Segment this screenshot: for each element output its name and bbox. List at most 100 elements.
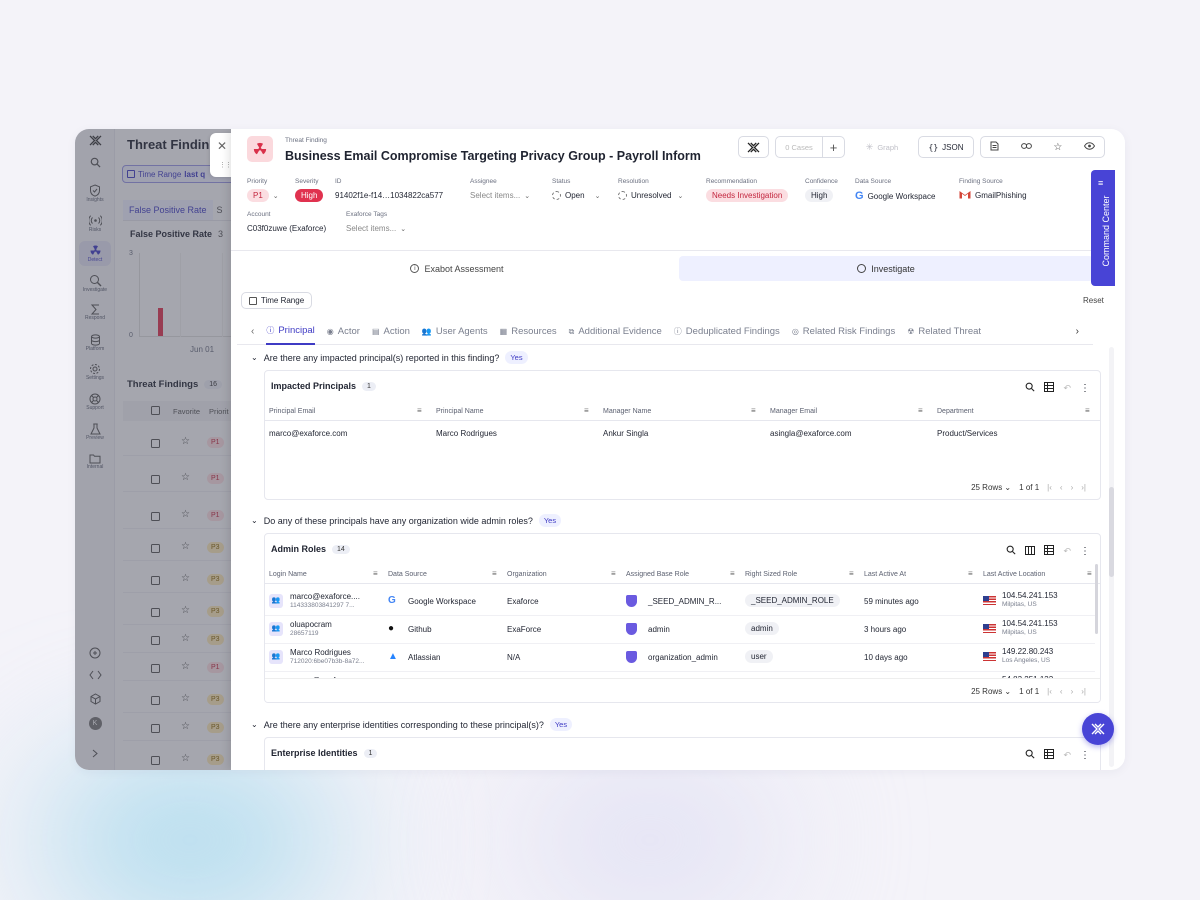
- cases-button[interactable]: 0 Cases: [775, 136, 823, 158]
- tab-related-risk-findings[interactable]: ◎ Related Risk Findings: [792, 319, 895, 345]
- first-page-icon[interactable]: |‹: [1047, 483, 1052, 492]
- more-icon[interactable]: ⋮: [1080, 750, 1090, 761]
- data-source-value: Google Workspace: [867, 191, 936, 201]
- filter-icon[interactable]: ≡: [584, 406, 589, 415]
- exabot-fab[interactable]: [1082, 713, 1114, 745]
- undo-icon[interactable]: ↶: [1063, 750, 1071, 761]
- tab-related-threat[interactable]: ☢ Related Threat: [907, 319, 981, 345]
- column-header[interactable]: Last Active Location: [983, 571, 1045, 578]
- more-icon[interactable]: ⋮: [1080, 546, 1090, 557]
- question-admin-roles[interactable]: ⌄ Do any of these principals have any or…: [251, 514, 562, 527]
- filter-icon[interactable]: ≡: [492, 569, 497, 578]
- column-header[interactable]: Principal Name: [436, 408, 483, 415]
- column-header[interactable]: Last Active At: [864, 571, 906, 578]
- login-name: oluapocram 28657119: [290, 620, 332, 637]
- flag-canton: [983, 596, 989, 601]
- undo-icon[interactable]: ↶: [1063, 383, 1071, 394]
- prev-page-icon[interactable]: ‹: [1060, 483, 1063, 492]
- scrollbar-thumb[interactable]: [1109, 487, 1114, 577]
- modal-overlay[interactable]: [75, 129, 235, 770]
- filter-icon[interactable]: ≡: [417, 406, 422, 415]
- priority-field[interactable]: Priority P1 ⌄: [247, 178, 279, 202]
- question-text: Do any of these principals have any orga…: [263, 515, 533, 526]
- tab-resources[interactable]: ▦ Resources: [500, 319, 557, 345]
- prev-page-icon[interactable]: ‹: [1060, 687, 1063, 696]
- close-icon[interactable]: ✕: [217, 139, 227, 153]
- question-enterprise-identities[interactable]: ⌄ Are there any enterprise identities co…: [251, 718, 573, 731]
- rows-per-page[interactable]: 25 Rows ⌄: [971, 483, 1011, 492]
- tab-exabot-assessment[interactable]: i Exabot Assessment: [237, 256, 677, 281]
- document-icon[interactable]: [990, 141, 999, 153]
- tab-investigate[interactable]: Investigate: [679, 256, 1093, 281]
- last-page-icon[interactable]: ›|: [1081, 483, 1086, 492]
- table-cell: Ankur Singla: [603, 429, 649, 438]
- rows-per-page[interactable]: 25 Rows ⌄: [971, 687, 1011, 696]
- next-page-icon[interactable]: ›: [1071, 483, 1074, 492]
- resolution-field[interactable]: Resolution Unresolved ⌄: [618, 178, 683, 200]
- next-page-icon[interactable]: ›: [1071, 687, 1074, 696]
- export-icon[interactable]: [1044, 379, 1055, 397]
- link-icon[interactable]: [1020, 142, 1032, 152]
- tab-principal[interactable]: ⓘ Principal: [266, 319, 315, 345]
- tab-label: Related Risk Findings: [802, 326, 896, 337]
- tabs-next-icon[interactable]: ›: [1076, 326, 1079, 337]
- tab-actor[interactable]: ◉ Actor: [327, 319, 360, 345]
- filter-icon[interactable]: ≡: [730, 569, 735, 578]
- table-scrollbar[interactable]: [1095, 564, 1098, 634]
- filter-icon[interactable]: ≡: [968, 569, 973, 578]
- tab-deduplicated-findings[interactable]: ⓘ Deduplicated Findings: [674, 319, 780, 345]
- status-field[interactable]: Status Open ⌄: [552, 178, 600, 200]
- assignee-field[interactable]: Assignee Select items... ⌄: [470, 178, 530, 200]
- filter-icon[interactable]: ≡: [1085, 406, 1090, 415]
- columns-icon[interactable]: [1025, 542, 1036, 560]
- tabs-prev-icon[interactable]: ‹: [251, 326, 254, 337]
- command-center-tab[interactable]: ≡ Command Center: [1091, 170, 1115, 286]
- first-page-icon[interactable]: |‹: [1047, 687, 1052, 696]
- star-icon[interactable]: ☆: [1053, 142, 1062, 153]
- table-row[interactable]: 👥 oluapocram 28657119 ● Github ExaForce admin a…: [265, 616, 1095, 644]
- column-header[interactable]: Right Sized Role: [745, 571, 797, 578]
- time-range-button[interactable]: Time Range: [241, 292, 312, 309]
- column-header[interactable]: Login Name: [269, 571, 307, 578]
- tab-additional-evidence[interactable]: ⧉ Additional Evidence: [569, 319, 662, 345]
- braces-icon: {}: [928, 142, 939, 152]
- more-icon[interactable]: ⋮: [1080, 383, 1090, 394]
- filter-icon[interactable]: ≡: [751, 406, 756, 415]
- question-impacted-principals[interactable]: ⌄ Are there any impacted principal(s) re…: [251, 351, 528, 364]
- search-icon[interactable]: [1025, 379, 1036, 397]
- table-row[interactable]: 👥 marco@exaforce.... 114333803841297 7... G…: [265, 588, 1095, 616]
- column-header[interactable]: Data Source: [388, 571, 427, 578]
- add-case-button[interactable]: +: [822, 136, 845, 158]
- search-icon[interactable]: [1006, 542, 1017, 560]
- filter-icon[interactable]: ≡: [849, 569, 854, 578]
- tags-field[interactable]: Exaforce Tags Select items... ⌄: [346, 211, 406, 233]
- finding-source-label: Finding Source: [959, 178, 1003, 185]
- filter-icon[interactable]: ≡: [918, 406, 923, 415]
- table-row[interactable]: 👥 Marco Rodrigues 712020:6be07b3b-8a72... ▲…: [265, 644, 1095, 672]
- filter-icon[interactable]: ≡: [611, 569, 616, 578]
- column-header[interactable]: Manager Name: [603, 408, 651, 415]
- column-header[interactable]: Organization: [507, 571, 547, 578]
- chevron-down-icon: ⌄: [524, 192, 531, 200]
- json-button[interactable]: {} JSON: [918, 136, 974, 158]
- eye-icon[interactable]: [1084, 142, 1096, 152]
- drag-handle-icon[interactable]: ⋮⋮: [219, 161, 232, 169]
- search-icon[interactable]: [1025, 746, 1036, 764]
- tab-action[interactable]: ▤ Action: [372, 319, 410, 345]
- tab-user-agents[interactable]: 👥 User Agents: [422, 319, 488, 345]
- column-header[interactable]: Principal Email: [269, 408, 315, 415]
- column-header[interactable]: Assigned Base Role: [626, 571, 689, 578]
- chevron-down-icon: ⌄: [594, 192, 601, 200]
- last-page-icon[interactable]: ›|: [1081, 687, 1086, 696]
- filter-icon[interactable]: ≡: [373, 569, 378, 578]
- export-icon[interactable]: [1044, 746, 1055, 764]
- reset-button[interactable]: Reset: [1083, 296, 1104, 305]
- undo-icon[interactable]: ↶: [1063, 546, 1071, 557]
- scrollbar[interactable]: [1109, 347, 1114, 767]
- exabot-button[interactable]: [738, 136, 769, 158]
- column-header[interactable]: Department: [937, 408, 974, 415]
- graph-button[interactable]: ✳ Graph: [852, 136, 912, 158]
- filter-icon[interactable]: ≡: [1087, 569, 1092, 578]
- column-header[interactable]: Manager Email: [770, 408, 817, 415]
- export-icon[interactable]: [1044, 542, 1055, 560]
